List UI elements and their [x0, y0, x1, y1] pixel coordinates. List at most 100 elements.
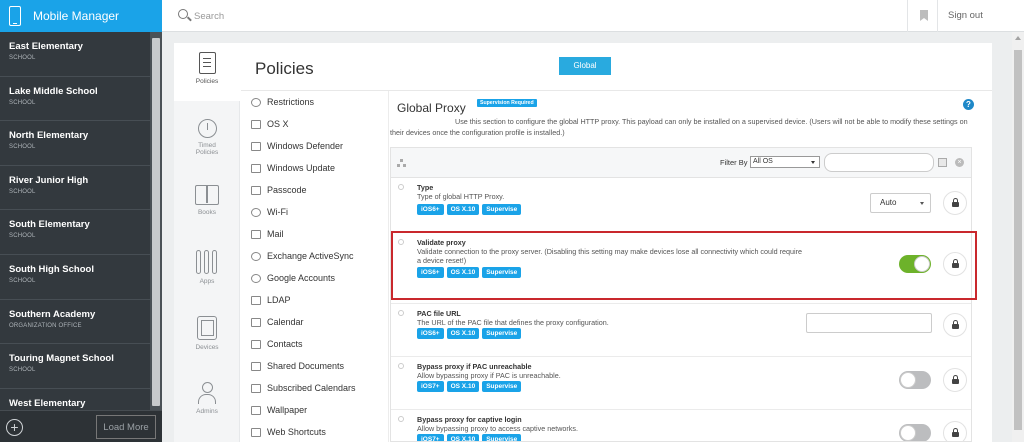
- hierarchy-icon[interactable]: [397, 159, 406, 167]
- policy-label: Mail: [267, 229, 284, 239]
- section-description: Use this section to configure the global…: [390, 117, 968, 137]
- school-name: South High School: [9, 263, 94, 275]
- row-radio[interactable]: [398, 363, 404, 369]
- school-item[interactable]: North Elementary SCHOOL: [0, 121, 150, 166]
- section-rail: Policies Timed Policies Books Apps Devic…: [174, 43, 240, 442]
- rail-item-timed-policies[interactable]: Timed Policies: [174, 119, 240, 156]
- lock-icon: [952, 320, 959, 329]
- school-item[interactable]: West Elementary: [0, 389, 150, 410]
- search-icon: [178, 9, 188, 19]
- school-list-scrollbar[interactable]: [150, 32, 162, 410]
- filter-search-input[interactable]: [824, 153, 934, 172]
- setting-row-type: Type Type of global HTTP Proxy. iOS6+ OS…: [391, 178, 971, 233]
- lock-button[interactable]: [943, 368, 967, 392]
- book-icon: [195, 185, 219, 205]
- page-scrollbar[interactable]: [1012, 32, 1024, 442]
- os-tag: OS X.10: [446, 328, 480, 339]
- school-item[interactable]: South High School SCHOOL: [0, 255, 150, 300]
- rail-item-devices[interactable]: Devices: [174, 316, 240, 351]
- square-icon[interactable]: [938, 158, 947, 167]
- lock-icon: [952, 375, 959, 384]
- lock-icon: [952, 198, 959, 207]
- policy-item-shared-documents[interactable]: Shared Documents: [241, 355, 388, 377]
- global-button[interactable]: Global: [559, 57, 611, 75]
- policy-item-calendar[interactable]: Calendar: [241, 311, 388, 333]
- row-radio[interactable]: [398, 310, 404, 316]
- lock-button[interactable]: [943, 313, 967, 337]
- search-input[interactable]: [194, 8, 394, 24]
- os-tag: iOS7+: [417, 381, 444, 392]
- passcode-icon: [251, 185, 261, 195]
- policy-item-subscribed-calendars[interactable]: Subscribed Calendars: [241, 377, 388, 399]
- school-name: East Elementary: [9, 41, 83, 52]
- lock-button[interactable]: [943, 421, 967, 441]
- school-item[interactable]: South Elementary SCHOOL: [0, 210, 150, 255]
- sign-out-link[interactable]: Sign out: [948, 10, 983, 21]
- policy-item-exchange-activesync[interactable]: Exchange ActiveSync: [241, 245, 388, 267]
- policy-item-mail[interactable]: Mail: [241, 223, 388, 245]
- policy-label: Restrictions: [267, 97, 315, 107]
- policy-label: Google Accounts: [267, 273, 336, 283]
- setting-title: Bypass proxy for captive login: [417, 415, 522, 424]
- policy-item-contacts[interactable]: Contacts: [241, 333, 388, 355]
- policy-label: Windows Defender: [267, 141, 344, 151]
- os-tag: Supervise: [482, 204, 522, 215]
- filter-select[interactable]: All OS: [750, 156, 820, 168]
- policy-item-wifi[interactable]: Wi-Fi: [241, 201, 388, 223]
- school-item[interactable]: East Elementary SCHOOL: [0, 32, 150, 77]
- scrollbar-thumb[interactable]: [1014, 50, 1022, 430]
- policy-item-web-shortcuts[interactable]: Web Shortcuts: [241, 421, 388, 442]
- bypass-pac-toggle[interactable]: [899, 371, 931, 389]
- os-tag: OS X.10: [446, 381, 480, 392]
- policy-item-restrictions[interactable]: Restrictions: [241, 91, 388, 113]
- policy-label: Shared Documents: [267, 361, 345, 371]
- bypass-captive-toggle[interactable]: [899, 424, 931, 441]
- rail-item-admins[interactable]: Admins: [174, 382, 240, 415]
- policy-label: LDAP: [267, 295, 291, 305]
- user-icon: [198, 382, 216, 404]
- bookmark-icon[interactable]: [920, 10, 928, 21]
- filter-label: Filter By: [720, 158, 748, 167]
- school-item[interactable]: Lake Middle School SCHOOL: [0, 77, 150, 122]
- help-icon[interactable]: ?: [963, 99, 974, 110]
- row-radio[interactable]: [398, 416, 404, 422]
- scrollbar-thumb[interactable]: [152, 38, 160, 406]
- timer-icon: [197, 119, 217, 138]
- setting-title: PAC file URL: [417, 309, 461, 318]
- setting-row-bypass-captive: Bypass proxy for captive login Allow byp…: [391, 410, 971, 441]
- top-bar: Sign out: [162, 0, 1024, 32]
- clear-icon[interactable]: ×: [955, 158, 964, 167]
- school-item[interactable]: River Junior High SCHOOL: [0, 166, 150, 211]
- policy-item-windows-update[interactable]: Windows Update: [241, 157, 388, 179]
- policy-list: Restrictions OS X Windows Defender Windo…: [241, 91, 389, 442]
- app-title: Mobile Manager: [33, 9, 120, 23]
- link-icon: [251, 427, 261, 437]
- at-sign-icon: [251, 273, 261, 283]
- lock-button[interactable]: [943, 191, 967, 215]
- policy-item-windows-defender[interactable]: Windows Defender: [241, 135, 388, 157]
- policy-item-passcode[interactable]: Passcode: [241, 179, 388, 201]
- scroll-up-arrow-icon[interactable]: [1015, 36, 1021, 40]
- school-item[interactable]: Touring Magnet School SCHOOL: [0, 344, 150, 389]
- policy-item-google-accounts[interactable]: Google Accounts: [241, 267, 388, 289]
- rail-item-books[interactable]: Books: [174, 185, 240, 216]
- type-dropdown[interactable]: Auto: [870, 193, 931, 213]
- highlight-box: [391, 231, 977, 300]
- policy-item-ldap[interactable]: LDAP: [241, 289, 388, 311]
- rail-item-apps[interactable]: Apps: [174, 250, 240, 285]
- plus-circle-icon[interactable]: +: [6, 419, 23, 436]
- rail-item-policies[interactable]: Policies: [174, 43, 240, 101]
- setting-desc: Type of global HTTP Proxy.: [417, 192, 505, 201]
- policy-item-os-x[interactable]: OS X: [241, 113, 388, 135]
- setting-title: Bypass proxy if PAC unreachable: [417, 362, 532, 371]
- rail-label: Admins: [196, 408, 218, 415]
- school-type: SCHOOL: [9, 99, 36, 106]
- row-radio[interactable]: [398, 184, 404, 190]
- pac-url-input[interactable]: [806, 313, 932, 333]
- app-window: Mobile Manager East Elementary SCHOOL Lak…: [0, 0, 1024, 442]
- school-item[interactable]: Southern Academy ORGANIZATION OFFICE: [0, 300, 150, 345]
- calendar-icon: [251, 383, 261, 393]
- load-more-button[interactable]: Load More: [96, 415, 156, 439]
- app-brand[interactable]: Mobile Manager: [0, 0, 162, 32]
- policy-item-wallpaper[interactable]: Wallpaper: [241, 399, 388, 421]
